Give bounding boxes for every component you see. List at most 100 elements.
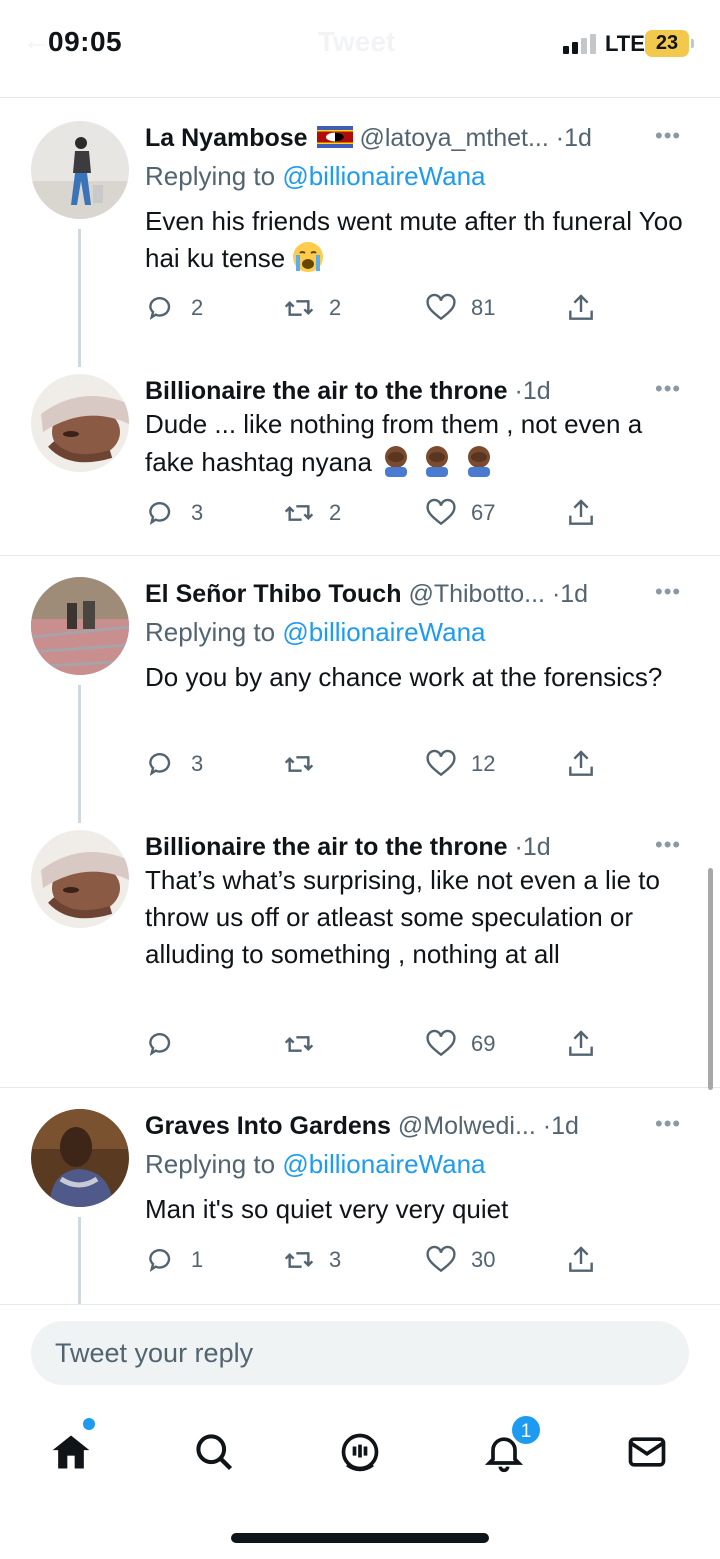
share-button[interactable] bbox=[565, 291, 597, 325]
reply-icon bbox=[149, 501, 171, 526]
separator: · bbox=[514, 833, 523, 861]
reply-input[interactable] bbox=[31, 1321, 689, 1385]
search-icon bbox=[196, 1434, 233, 1471]
more-options-icon[interactable]: ••• bbox=[655, 577, 681, 607]
battery-icon: 23 bbox=[645, 30, 694, 57]
retweet-icon bbox=[284, 756, 314, 772]
tweet-actions: 69 bbox=[145, 1027, 605, 1061]
reply-button[interactable]: 3 bbox=[145, 747, 203, 781]
tweet-text-content: Man it's so quiet very very quiet bbox=[145, 1194, 509, 1224]
home-indicator bbox=[231, 1533, 489, 1543]
more-options-icon[interactable]: ••• bbox=[655, 1109, 681, 1139]
tweet-header: Billionaire the air to the throne ·1d bbox=[145, 374, 665, 408]
timestamp: 1d bbox=[560, 580, 589, 608]
avatar[interactable] bbox=[31, 830, 129, 928]
reply-count: 2 bbox=[191, 295, 204, 320]
replying-prefix: Replying to bbox=[145, 1149, 283, 1179]
share-button[interactable] bbox=[565, 496, 597, 530]
retweet-button[interactable]: 2 bbox=[283, 291, 341, 325]
tweet-text: Dude ... like nothing from them , not ev… bbox=[145, 406, 685, 481]
loudly-crying-face-icon bbox=[293, 242, 324, 272]
separator: · bbox=[514, 377, 523, 405]
reply-button[interactable] bbox=[145, 1027, 191, 1061]
display-name[interactable]: Billionaire the air to the throne bbox=[145, 833, 508, 861]
reply-button[interactable]: 3 bbox=[145, 496, 203, 530]
avatar[interactable] bbox=[31, 1109, 129, 1207]
display-name[interactable]: El Señor Thibo Touch bbox=[145, 580, 401, 608]
messages-icon bbox=[628, 1437, 666, 1467]
tab-spaces[interactable] bbox=[330, 1422, 390, 1482]
more-options-icon[interactable]: ••• bbox=[655, 374, 681, 404]
scrollbar[interactable] bbox=[708, 868, 713, 1090]
tweet-header: Billionaire the air to the throne ·1d bbox=[145, 830, 665, 864]
share-icon bbox=[569, 1246, 593, 1272]
replying-prefix: Replying to bbox=[145, 617, 283, 647]
retweet-button[interactable]: 3 bbox=[283, 1243, 341, 1277]
face-palm-icon bbox=[467, 446, 490, 477]
reply-icon bbox=[149, 1032, 171, 1057]
replying-mention[interactable]: @billionaireWana bbox=[282, 1149, 485, 1179]
retweet-icon bbox=[284, 505, 314, 521]
retweet-count: 3 bbox=[329, 1247, 342, 1272]
heart-icon bbox=[426, 498, 456, 526]
retweet-button[interactable] bbox=[283, 747, 329, 781]
like-count: 81 bbox=[471, 295, 496, 320]
share-button[interactable] bbox=[565, 747, 597, 781]
tweet-header: Graves Into Gardens @Molwedi... ·1d bbox=[145, 1109, 665, 1143]
face-palm-emoji-group bbox=[379, 446, 495, 477]
tweet-actions: 3 12 bbox=[145, 747, 605, 781]
reply-icon bbox=[149, 296, 171, 321]
like-count: 12 bbox=[471, 751, 496, 776]
tab-search[interactable] bbox=[184, 1422, 244, 1482]
handle[interactable]: @Thibotto... bbox=[408, 580, 545, 608]
like-count: 30 bbox=[471, 1247, 496, 1272]
tab-home[interactable] bbox=[41, 1422, 101, 1482]
share-icon bbox=[569, 750, 593, 776]
heart-icon bbox=[426, 293, 456, 321]
tweet-header: La Nyambose @latoya_mthet... ·1d bbox=[145, 121, 665, 155]
retweet-button[interactable] bbox=[283, 1027, 329, 1061]
tweet-actions: 2 2 81 bbox=[145, 291, 605, 325]
tweet-text-content: Even his friends went mute after th fune… bbox=[145, 206, 683, 273]
reply-button[interactable]: 1 bbox=[145, 1243, 203, 1277]
conversation-divider bbox=[0, 555, 720, 556]
avatar[interactable] bbox=[31, 121, 129, 219]
avatar[interactable] bbox=[31, 577, 129, 675]
display-name[interactable]: Billionaire the air to the throne bbox=[145, 377, 508, 405]
handle[interactable]: @latoya_mthet... bbox=[359, 124, 548, 152]
reply-count: 1 bbox=[191, 1247, 204, 1272]
more-options-icon[interactable]: ••• bbox=[655, 121, 681, 151]
tweet-actions: 1 3 30 bbox=[145, 1243, 605, 1277]
home-new-dot bbox=[83, 1418, 95, 1430]
timestamp: 1d bbox=[522, 833, 551, 861]
like-button[interactable]: 12 bbox=[425, 747, 495, 781]
display-name[interactable]: Graves Into Gardens bbox=[145, 1112, 391, 1140]
retweet-icon bbox=[284, 1252, 314, 1268]
tweet-text: Do you by any chance work at the forensi… bbox=[145, 659, 685, 696]
timestamp: 1d bbox=[522, 377, 551, 405]
face-palm-icon bbox=[385, 446, 408, 477]
share-icon bbox=[569, 499, 593, 525]
like-button[interactable]: 81 bbox=[425, 291, 495, 325]
like-button[interactable]: 30 bbox=[425, 1243, 495, 1277]
handle[interactable]: @Molwedi... bbox=[398, 1112, 536, 1140]
reply-bar bbox=[0, 1304, 720, 1404]
tab-messages[interactable] bbox=[617, 1422, 677, 1482]
reply-button[interactable]: 2 bbox=[145, 291, 203, 325]
more-options-icon[interactable]: ••• bbox=[655, 830, 681, 860]
heart-icon bbox=[426, 1029, 456, 1057]
like-button[interactable]: 67 bbox=[425, 496, 495, 530]
reply-count: 3 bbox=[191, 751, 204, 776]
retweet-button[interactable]: 2 bbox=[283, 496, 341, 530]
display-name[interactable]: La Nyambose bbox=[145, 124, 308, 152]
tweet-text-content: That’s what’s surprising, like not even … bbox=[145, 865, 660, 969]
replying-mention[interactable]: @billionaireWana bbox=[282, 617, 485, 647]
replying-to: Replying to @billionaireWana bbox=[145, 1147, 486, 1181]
reply-icon bbox=[149, 1248, 171, 1273]
tweet-text: Man it's so quiet very very quiet bbox=[145, 1191, 685, 1228]
avatar[interactable] bbox=[31, 374, 129, 472]
share-button[interactable] bbox=[565, 1243, 597, 1277]
like-button[interactable]: 69 bbox=[425, 1027, 495, 1061]
replying-mention[interactable]: @billionaireWana bbox=[282, 161, 485, 191]
share-button[interactable] bbox=[565, 1027, 597, 1061]
